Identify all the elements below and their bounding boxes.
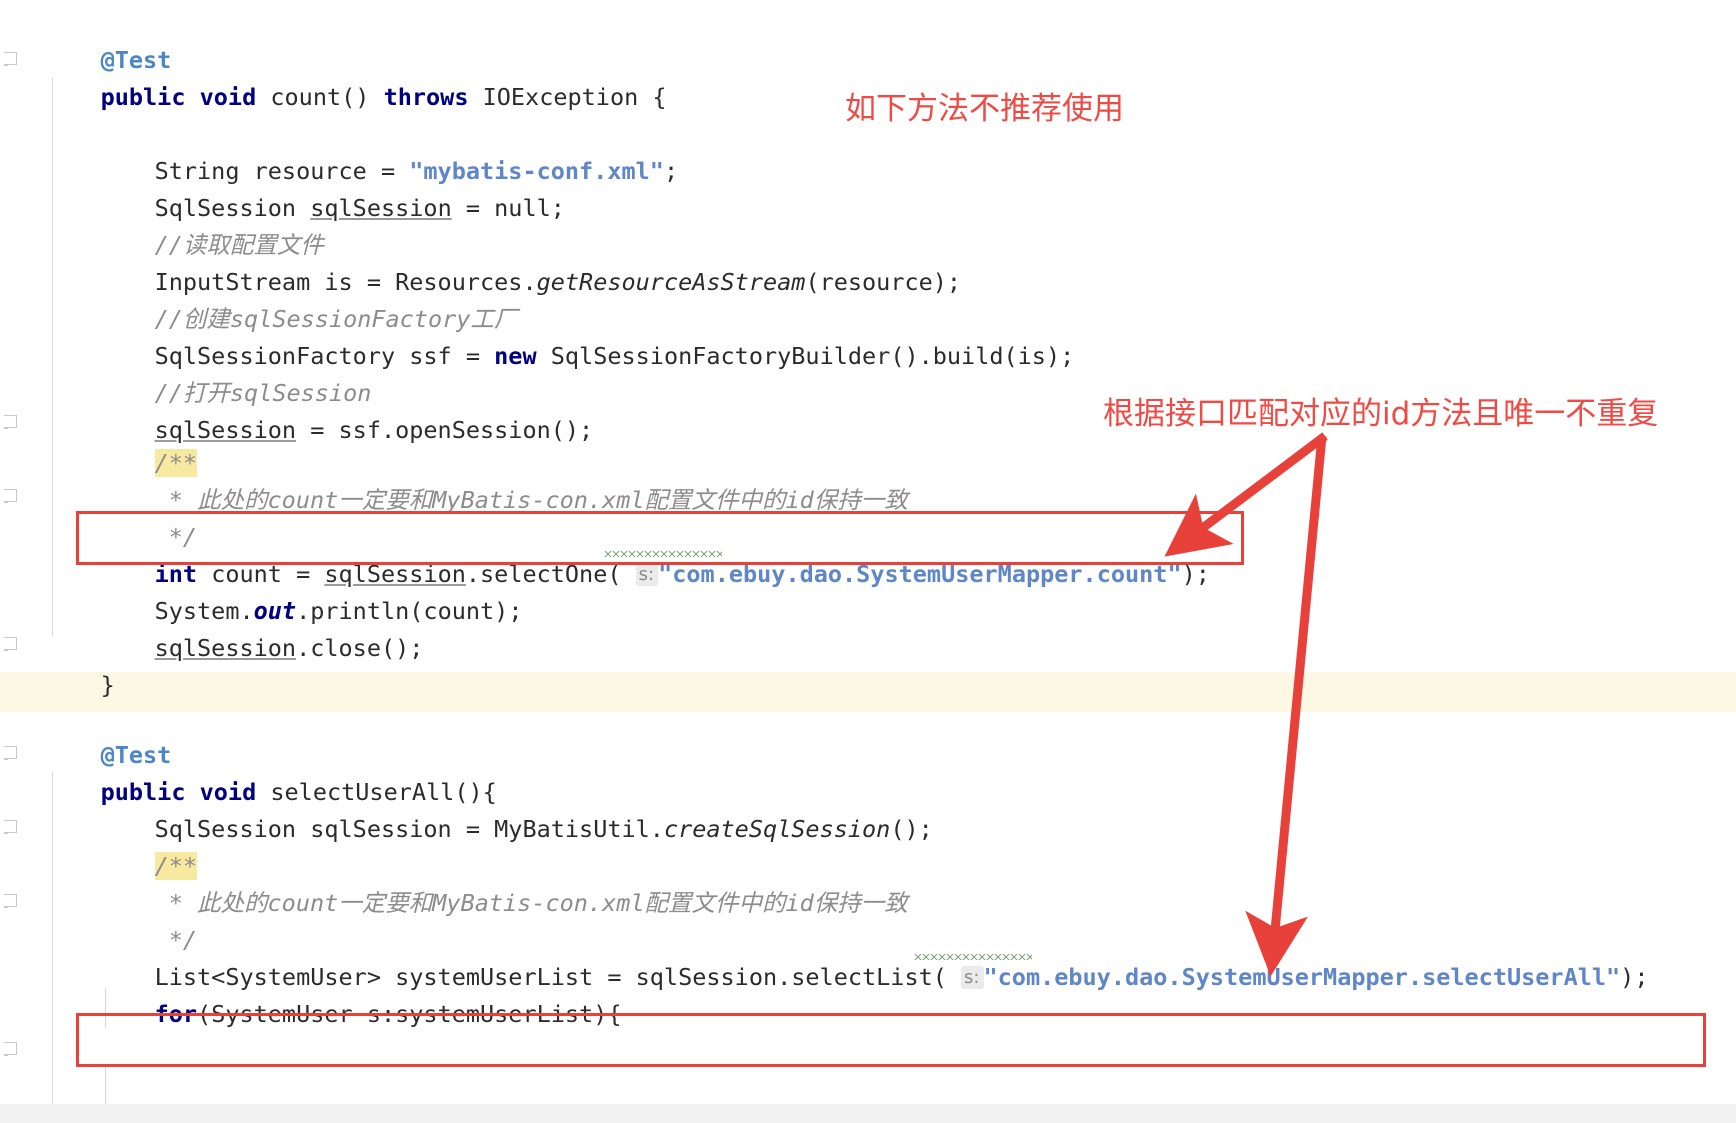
stmt-factory-suffix: SqlSessionFactoryBuilder().build(is); <box>536 342 1075 370</box>
stmt-session-suffix: (); <box>890 815 933 843</box>
highlight-box-selectlist-line <box>76 1013 1706 1067</box>
fold-mark-icon[interactable] <box>4 636 17 651</box>
fold-mark-icon[interactable] <box>4 893 17 908</box>
fold-mark-icon[interactable] <box>4 819 17 834</box>
stmt-inputstream-suffix: (resource); <box>805 268 962 296</box>
highlight-box-selectone-line <box>76 511 1244 565</box>
var-sqlsession: sqlSession <box>154 634 297 662</box>
indent-guide <box>105 1066 106 1106</box>
fold-mark-icon[interactable] <box>4 51 17 66</box>
fold-mark-icon[interactable] <box>4 488 17 503</box>
code-line-close-session[interactable]: sqlSession.close(); <box>98 593 424 704</box>
param-hint-chip: s: <box>635 563 659 586</box>
stmt-opensession-suffix: = ssf.openSession(); <box>296 416 594 444</box>
stmt-null-suffix: = null; <box>451 194 565 222</box>
javadoc-body-text: * 此处的count一定要和MyBatis-con.xml配置文件中的id保持一… <box>154 889 908 917</box>
editor-gutter[interactable] <box>0 0 30 1123</box>
var-sqlsession: sqlSession <box>310 194 452 222</box>
string-literal-selectuserall-statement: "com.ebuy.dao.SystemUserMapper.selectUse… <box>983 963 1621 991</box>
javadoc-body-text: * 此处的count一定要和MyBatis-con.xml配置文件中的id保持一… <box>154 486 908 514</box>
warning-squiggle <box>914 954 1032 960</box>
fold-mark-icon[interactable] <box>4 1041 17 1056</box>
brace-close: } <box>100 671 115 699</box>
call-getresourceasstream: getResourceAsStream <box>536 268 806 296</box>
keyword-new: new <box>494 342 537 370</box>
fold-mark-icon[interactable] <box>4 745 17 760</box>
note-method-not-recommended: 如下方法不推荐使用 <box>845 91 1124 127</box>
call-createsqlsession: createSqlSession <box>663 815 891 843</box>
stmt-resource-suffix: ; <box>663 157 679 185</box>
signature-tail: IOException { <box>468 83 667 111</box>
method-name-count: count() <box>270 83 384 111</box>
keyword-public: public <box>100 83 186 111</box>
stmt-close-suffix: .close(); <box>296 634 424 662</box>
fold-mark-icon[interactable] <box>4 414 17 429</box>
stmt-list-tail: ); <box>1620 963 1649 991</box>
bottom-clipped-strip <box>0 1104 1736 1123</box>
stmt-session-prefix: SqlSession sqlSession = MyBatisUtil. <box>154 815 664 843</box>
keyword-throws: throws <box>383 83 469 111</box>
code-editor[interactable]: @Test public void count() throws IOExcep… <box>0 0 1736 1123</box>
keyword-void: void <box>199 83 257 111</box>
indent-guide <box>52 78 53 636</box>
note-match-interface-id: 根据接口匹配对应的id方法且唯一不重复 <box>1103 396 1659 432</box>
param-hint-chip: s: <box>961 966 984 989</box>
